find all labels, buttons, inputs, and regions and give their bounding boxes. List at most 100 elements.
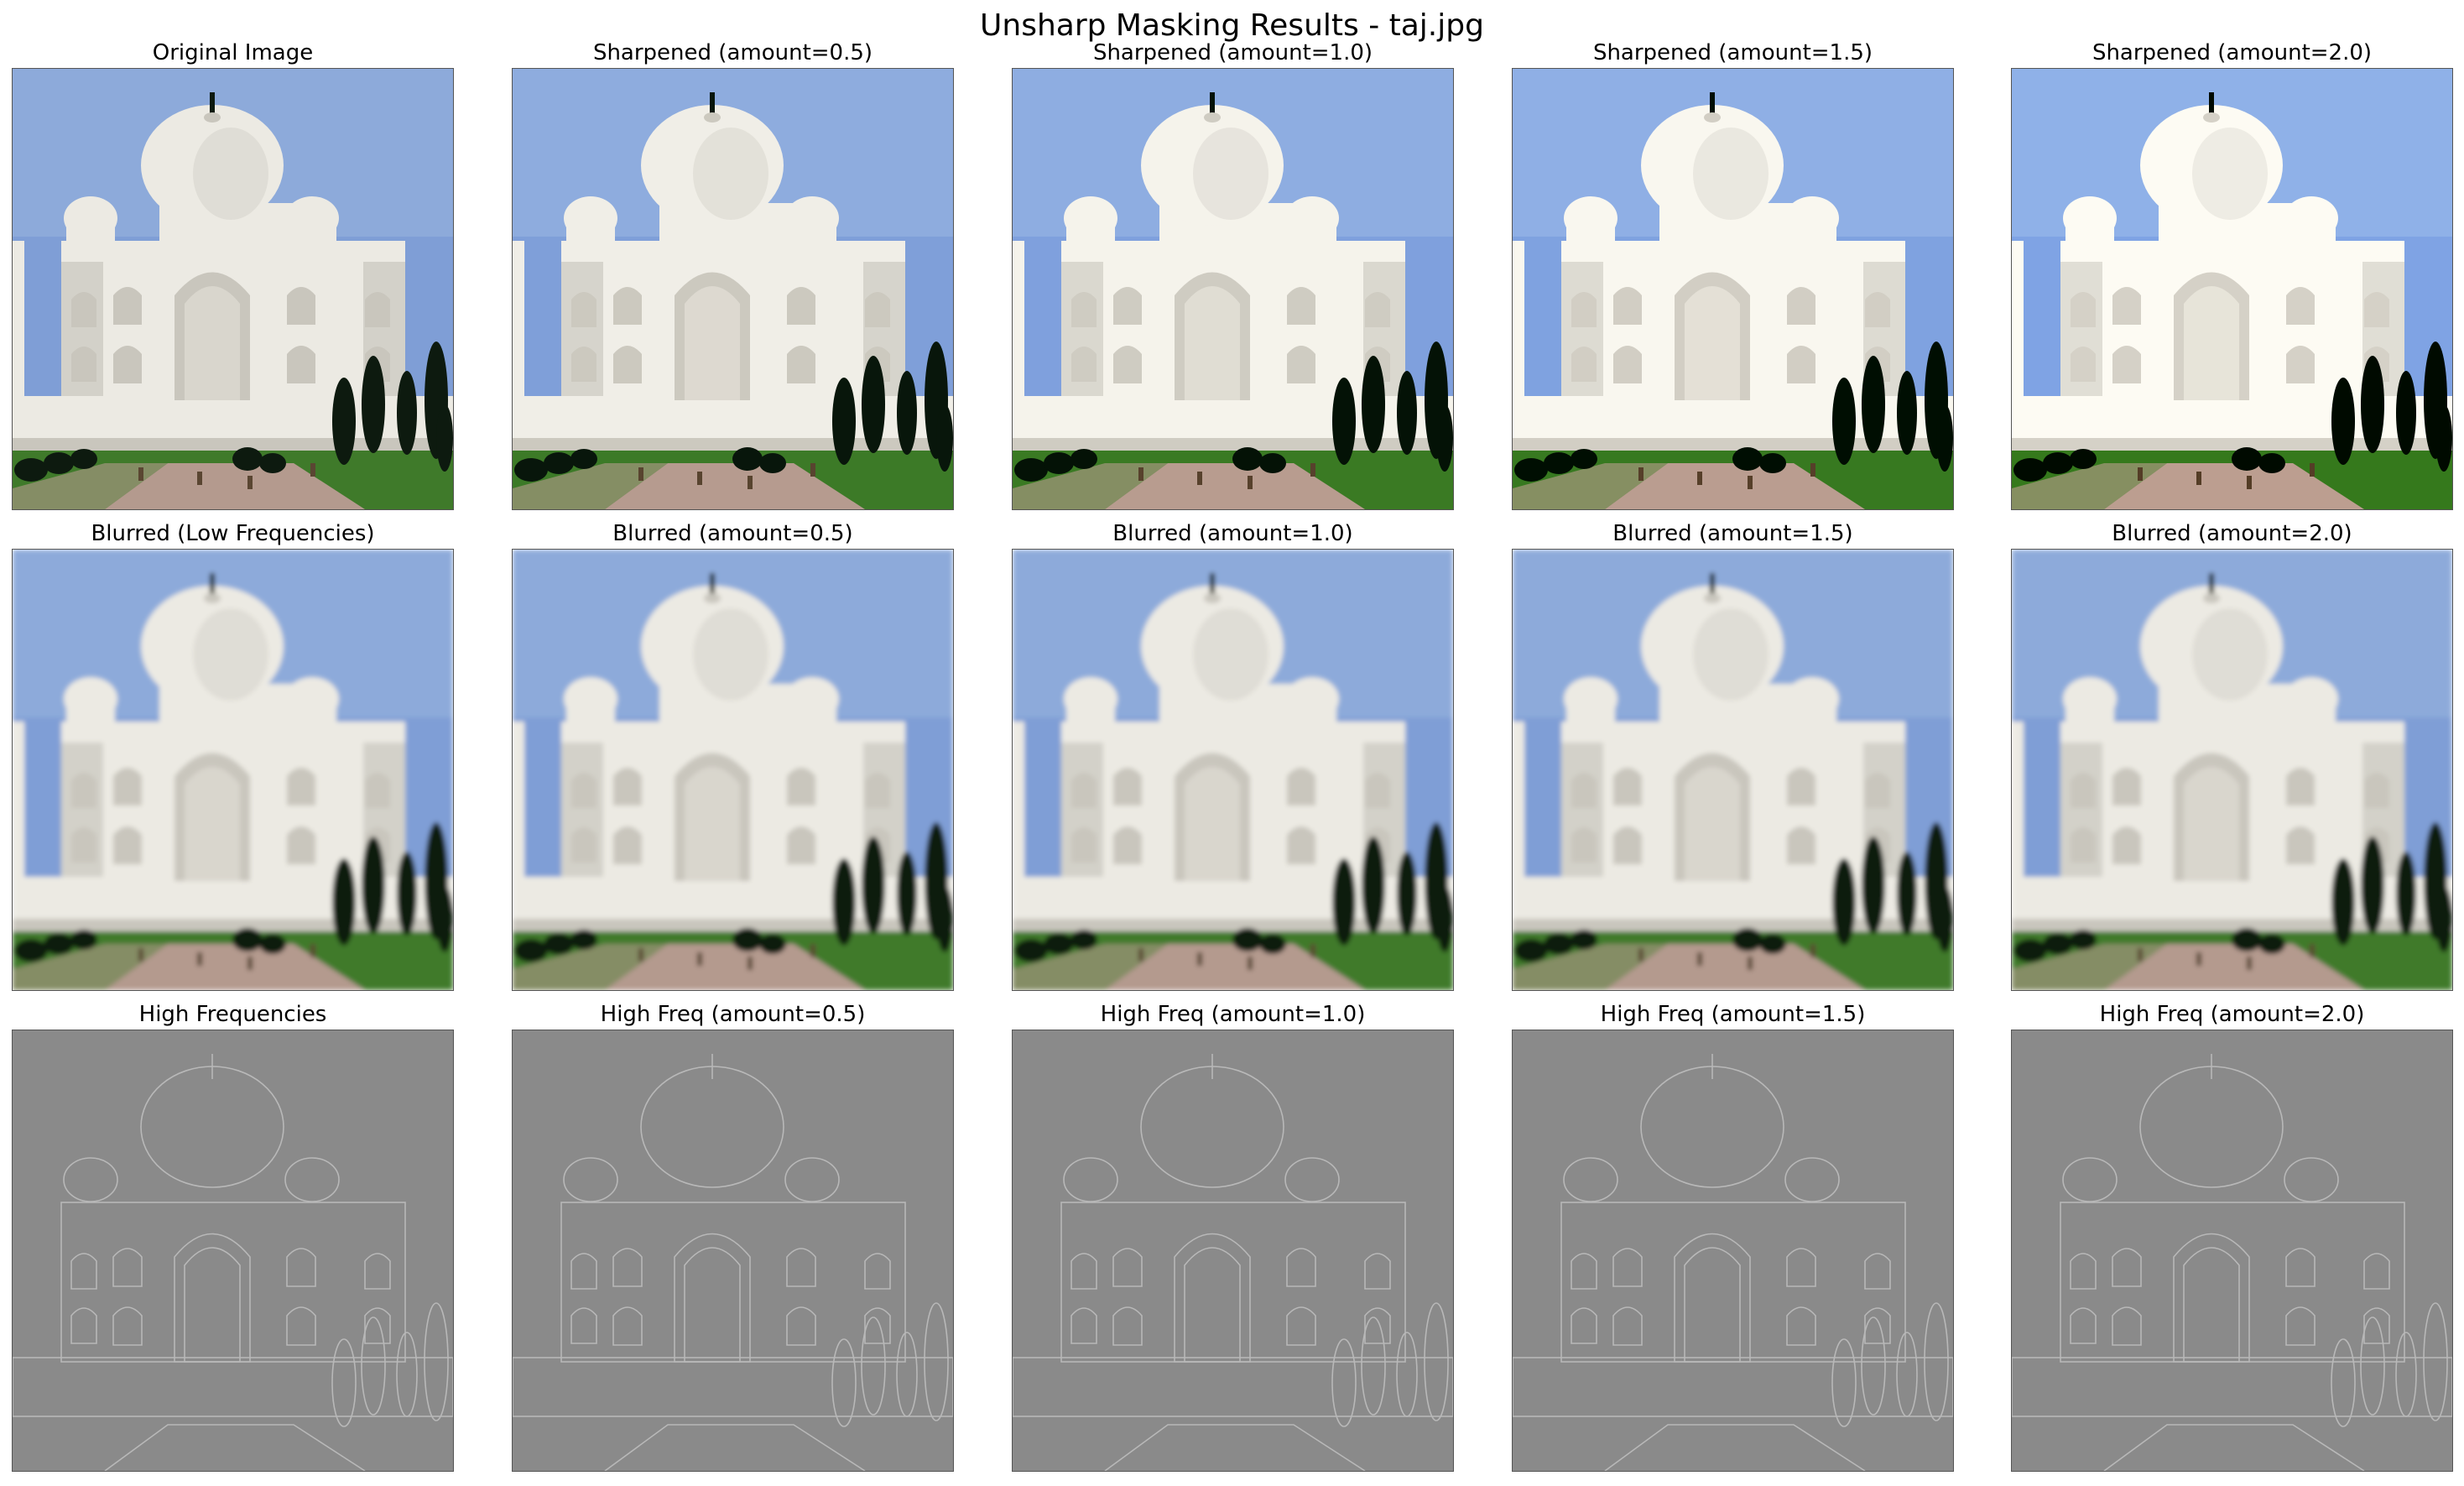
scene-shape (1397, 371, 1417, 455)
panel-title: Blurred (amount=1.5) (1612, 521, 1853, 546)
scene-shape (1232, 928, 1263, 952)
scene-shape (1862, 356, 1885, 453)
scene-shape (71, 292, 96, 327)
scene-shape (2138, 948, 2143, 962)
scene-shape (704, 593, 721, 603)
scene-blur (1513, 550, 1953, 990)
scene-shape (2013, 939, 2047, 962)
scene-shape (862, 837, 885, 934)
scene-shape (566, 699, 615, 724)
scene-shape (71, 347, 96, 382)
scene-shape (2435, 885, 2452, 952)
scene-shape (787, 768, 815, 806)
scene-shape (1287, 768, 1315, 806)
scene-shape (1571, 773, 1597, 808)
scene-high (513, 1030, 953, 1471)
scene-shape (685, 286, 740, 400)
scene-sharp (1513, 69, 1953, 509)
scene-shape (1138, 948, 1143, 962)
scene-shape (365, 292, 390, 327)
image-sharpened-2-0 (2011, 68, 2453, 510)
scene-shape (748, 476, 753, 489)
scene-shape (1613, 346, 1642, 383)
scene-shape (1071, 930, 1097, 950)
scene-shape (1685, 767, 1740, 881)
scene-shape (571, 292, 596, 327)
scene-shape (2286, 826, 2315, 864)
scene-shape (1197, 952, 1202, 966)
scene-shape (1638, 467, 1644, 481)
scene-high (13, 1030, 453, 1471)
scene-shape (1436, 404, 1453, 472)
scene-shape (1787, 346, 1815, 383)
image-blurred-0-5 (512, 549, 954, 991)
scene-shape (1113, 768, 1142, 806)
scene-shape (2043, 933, 2073, 955)
scene-shape (1787, 826, 1815, 864)
scene-shape (2013, 458, 2047, 482)
scene-shape (287, 826, 315, 864)
scene-shape (310, 944, 315, 957)
scene-shape (1613, 768, 1642, 806)
scene-shape (1862, 837, 1885, 934)
scene-shape (1693, 128, 1769, 220)
scene-blur (513, 550, 953, 990)
scene-shape (1638, 948, 1644, 962)
panel-sharpened-2-0: Sharpened (amount=2.0) (2011, 38, 2453, 510)
scene-shape (1232, 447, 1263, 471)
scene-shape (1332, 858, 1356, 946)
scene-shape (70, 930, 97, 950)
scene-shape (14, 458, 48, 482)
panel-title: Sharpened (amount=2.0) (2092, 40, 2373, 65)
panel-title: Blurred (amount=1.0) (1112, 521, 1353, 546)
scene-shape (1287, 826, 1315, 864)
scene-shape (287, 287, 315, 325)
panel-title: High Freq (amount=1.0) (1100, 1002, 1366, 1027)
scene-shape (748, 957, 753, 970)
scene-shape (2286, 287, 2315, 325)
scene-shape (613, 346, 642, 383)
scene-shape (865, 773, 890, 808)
scene-shape (2184, 767, 2239, 881)
scene-shape (1810, 944, 1815, 957)
panel-title: Blurred (amount=0.5) (612, 521, 853, 546)
scene-shape (787, 826, 815, 864)
scene-shape (1748, 476, 1753, 489)
scene-shape (1865, 292, 1890, 327)
panel-title: Original Image (152, 40, 314, 65)
scene-shape (332, 378, 356, 465)
scene-shape (1748, 957, 1753, 970)
scene-shape (436, 404, 453, 472)
scene-shape (2286, 346, 2315, 383)
scene-shape (514, 939, 548, 962)
image-high-freq-2-0 (2011, 1030, 2453, 1472)
scene-shape (1044, 933, 1074, 955)
scene-shape (1259, 934, 1286, 954)
scene-shape (232, 447, 263, 471)
scene-shape (1936, 404, 1953, 472)
scene-shape (1197, 472, 1202, 485)
scene-shape (71, 827, 96, 863)
scene-shape (638, 467, 643, 481)
panel-high-freq-2-0: High Freq (amount=2.0) (2011, 999, 2453, 1472)
scene-shape (832, 378, 856, 465)
scene-shape (1259, 453, 1286, 473)
scene-sharp (2012, 69, 2452, 509)
scene-shape (2361, 356, 2384, 453)
scene-shape (185, 767, 240, 881)
scene-shape (44, 933, 74, 955)
scene-shape (2396, 852, 2416, 936)
scene-shape (193, 608, 268, 701)
scene-shape (1066, 218, 1115, 243)
image-high-freq-1-0 (1012, 1030, 1454, 1472)
panel-high-freq-1-0: High Freq (amount=1.0) (1012, 999, 1454, 1472)
scene-shape (1810, 463, 1815, 477)
scene-shape (2065, 218, 2114, 243)
scene-shape (185, 286, 240, 400)
scene-shape (2071, 347, 2096, 382)
scene-shape (1397, 852, 1417, 936)
scene-shape (897, 852, 917, 936)
scene-shape (1697, 952, 1702, 966)
scene-shape (1193, 128, 1268, 220)
scene-shape (638, 948, 643, 962)
